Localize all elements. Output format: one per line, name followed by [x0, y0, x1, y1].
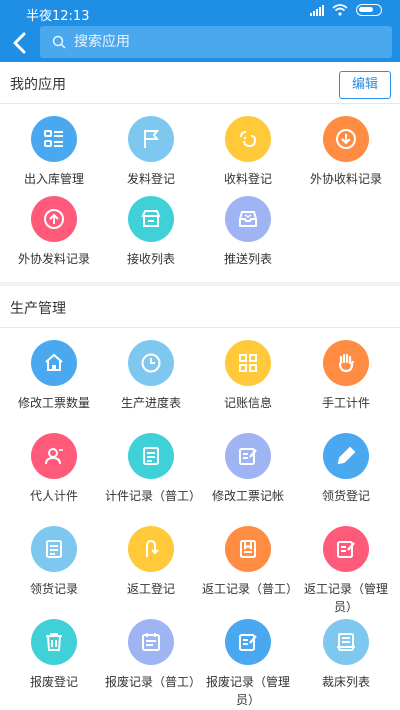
pencil-icon: [323, 433, 369, 479]
app-label: 外协收料记录: [309, 172, 382, 186]
app-label: 领货登记: [321, 489, 370, 503]
status-bar: 半夜12:13: [0, 0, 400, 24]
app-item[interactable]: 外协发料记录: [4, 196, 104, 268]
app-item[interactable]: 外协收料记录: [296, 116, 396, 188]
trash-icon: [31, 619, 77, 665]
app-label: 报废登记: [29, 675, 78, 689]
home-icon: [31, 340, 77, 386]
app-label: 裁床列表: [321, 675, 370, 689]
app-item[interactable]: 出入库管理: [4, 116, 104, 188]
app-item[interactable]: 返工记录（管理员）: [296, 526, 396, 616]
app-item[interactable]: 领货记录: [4, 526, 104, 598]
edit-doc-icon: [323, 526, 369, 572]
app-label: 推送列表: [223, 252, 272, 266]
app-item[interactable]: 收料登记: [198, 116, 298, 188]
app-label: 返工记录（管理员）: [303, 582, 388, 614]
app-item[interactable]: 返工记录（普工）: [198, 526, 298, 598]
app-label: 出入库管理: [23, 172, 84, 186]
edit-doc-icon: [225, 619, 271, 665]
app-item[interactable]: 返工登记: [101, 526, 201, 598]
edit-doc-icon: [225, 433, 271, 479]
app-label: 报废记录（普工）: [105, 675, 202, 689]
upload-icon: [31, 196, 77, 242]
app-item[interactable]: 计件记录（普工）: [101, 433, 201, 505]
my-apps-grid: 出入库管理 发料登记 收料登记 外协收料记录外协发料记录 接收列表 推送列表: [0, 104, 400, 280]
search-icon: [52, 35, 66, 49]
top-bar: [0, 24, 400, 62]
app-label: 发料登记: [126, 172, 175, 186]
app-label: 手工计件: [321, 396, 370, 410]
my-apps-title: 我的应用: [10, 77, 66, 93]
bookmark-doc-icon: [225, 526, 271, 572]
status-time: 半夜12:13: [26, 9, 90, 24]
app-item[interactable]: 记账信息: [198, 340, 298, 412]
app-label: 领货记录: [29, 582, 78, 596]
app-item[interactable]: 领货登记: [296, 433, 396, 505]
app-label: 外协发料记录: [17, 252, 90, 266]
app-item[interactable]: 发料登记: [101, 116, 201, 188]
return-icon: [128, 526, 174, 572]
app-item[interactable]: 报废记录（普工）: [101, 619, 201, 691]
app-item[interactable]: 报废记录（管理员）: [198, 619, 298, 709]
receive-icon: [225, 116, 271, 162]
my-apps-header: 我的应用 编辑: [0, 62, 400, 104]
app-item[interactable]: 裁床列表: [296, 619, 396, 691]
signal-icon: [310, 4, 324, 16]
app-item[interactable]: 生产进度表: [101, 340, 201, 412]
app-label: 代人计件: [29, 489, 78, 503]
search-input[interactable]: [74, 34, 354, 50]
hand-icon: [323, 340, 369, 386]
app-item[interactable]: 修改工票记帐: [198, 433, 298, 505]
person-icon: [31, 433, 77, 479]
clock-icon: [128, 340, 174, 386]
back-arrow-icon[interactable]: [8, 30, 32, 56]
app-label: 修改工票数量: [17, 396, 90, 410]
app-item[interactable]: 推送列表: [198, 196, 298, 268]
production-grid: 修改工票数量 生产进度表 记账信息 手工计件代人计件 计件记录（普工） 修改工票记帐 领货登…: [0, 328, 400, 710]
doc-icon: [31, 526, 77, 572]
download-icon: [323, 116, 369, 162]
app-item[interactable]: 手工计件: [296, 340, 396, 412]
app-item[interactable]: 修改工票数量: [4, 340, 104, 412]
book-icon: [323, 619, 369, 665]
app-label: 生产进度表: [120, 396, 181, 410]
app-item[interactable]: 接收列表: [101, 196, 201, 268]
flag-icon: [128, 116, 174, 162]
app-label: 返工登记: [126, 582, 175, 596]
app-label: 返工记录（普工）: [202, 582, 299, 596]
status-icons: [310, 4, 382, 16]
grid-icon: [225, 340, 271, 386]
production-title: 生产管理: [10, 301, 66, 317]
doc-icon: [128, 433, 174, 479]
store-icon: [128, 196, 174, 242]
app-label: 收料登记: [223, 172, 272, 186]
inbox-icon: [225, 196, 271, 242]
app-label: 修改工票记帐: [211, 489, 284, 503]
edit-button[interactable]: 编辑: [339, 71, 391, 99]
production-header: 生产管理: [0, 286, 400, 328]
battery-icon: [356, 4, 382, 16]
calendar-icon: [128, 619, 174, 665]
app-item[interactable]: 报废登记: [4, 619, 104, 691]
search-bar[interactable]: [40, 26, 392, 58]
wifi-icon: [332, 4, 348, 16]
app-label: 记账信息: [223, 396, 272, 410]
app-label: 报废记录（管理员）: [205, 675, 290, 707]
app-label: 接收列表: [126, 252, 175, 266]
app-label: 计件记录（普工）: [105, 489, 202, 503]
list-icon: [31, 116, 77, 162]
app-item[interactable]: 代人计件: [4, 433, 104, 505]
